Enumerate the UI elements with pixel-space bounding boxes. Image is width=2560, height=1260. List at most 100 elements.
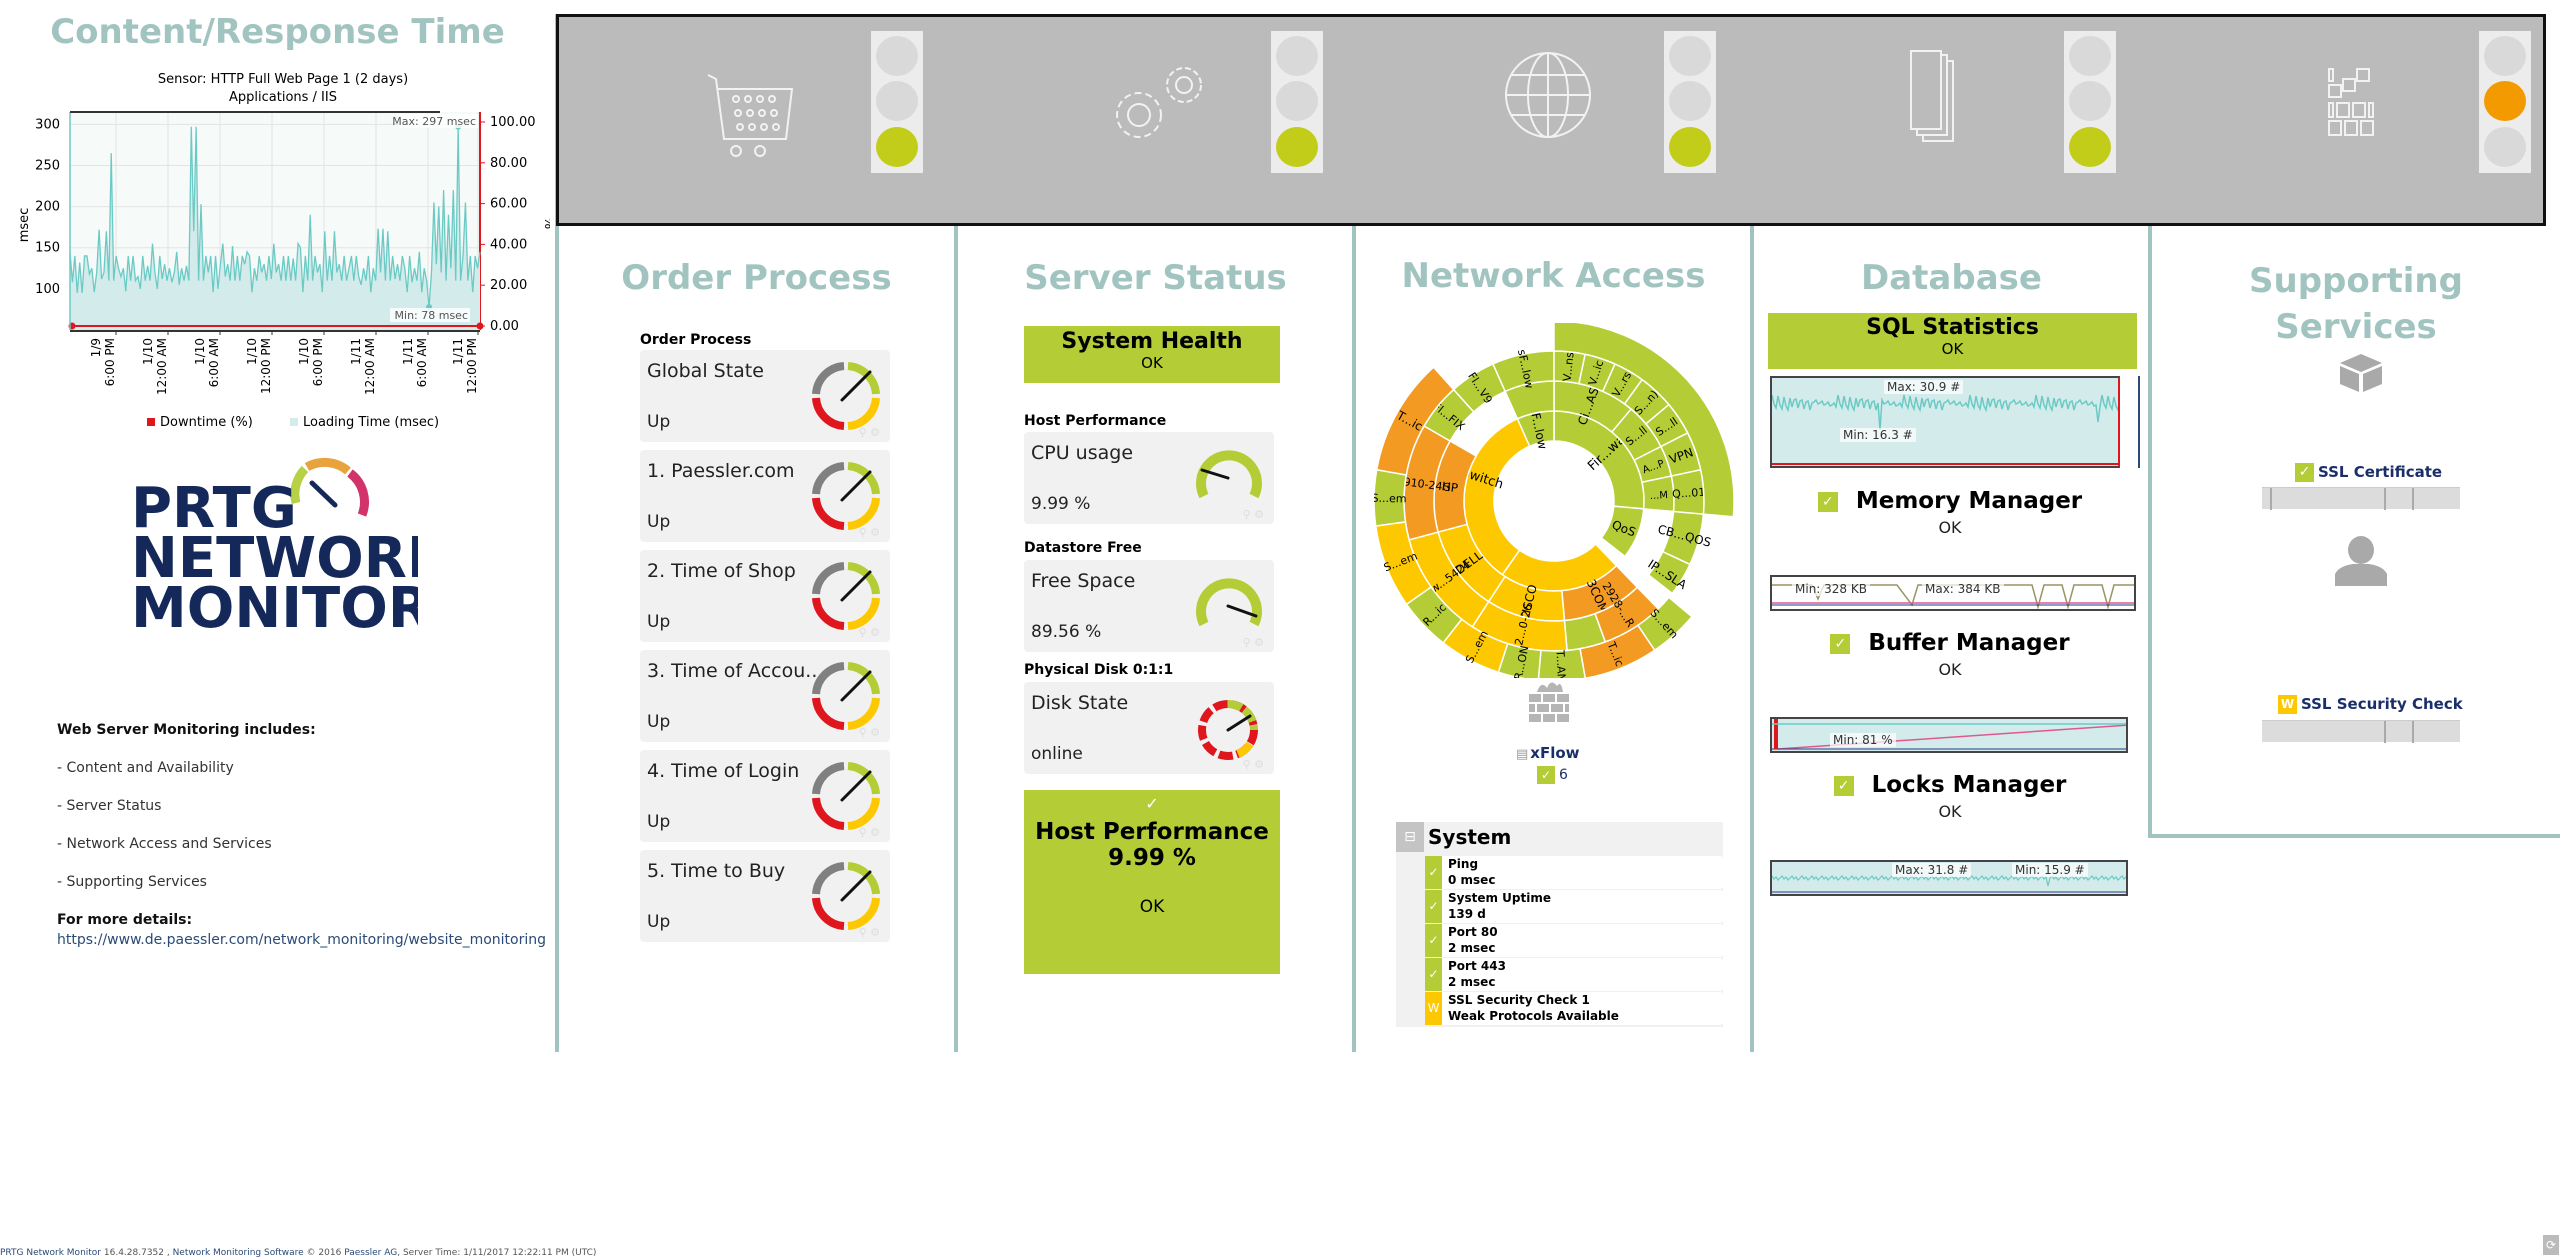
software-link[interactable]: Network Monitoring Software [173,1248,304,1258]
cpu-usage-card[interactable]: CPU usage 9.99 % ⚲ ⚙ [1024,432,1274,524]
traffic-light [1664,31,1716,173]
pin-icon[interactable]: ⚲ ⚙ [859,826,880,839]
server-icon: ▤ [1516,747,1529,762]
chart-ylabel: msec [17,208,32,243]
system-health-title: System Health [1061,329,1243,354]
order-process-card[interactable]: 3. Time of Accou... Up ⚲ ⚙ [640,650,890,742]
buffer-manager-title[interactable]: ✓ Buffer Manager [1760,630,2140,656]
y-tick-label: 150 [35,241,60,256]
ssl-security-check-link[interactable]: W SSL Security Check [2278,695,2463,714]
x-tick-label: 1/10 [245,338,259,365]
system-sensor-row[interactable]: ✓ System Uptime 139 d [1425,890,1723,923]
gauge-value: Up [647,412,671,432]
locks-manager-title[interactable]: ✓ Locks Manager [1760,772,2140,798]
lamp-green [876,127,918,167]
order-process-card[interactable]: 1. Paessler.com Up ⚲ ⚙ [640,450,890,542]
pin-icon[interactable]: ⚲ ⚙ [1243,636,1264,649]
logo-line3: MONITOR [131,576,418,635]
database-title: Database [1861,258,2042,298]
memory-manager-title[interactable]: ✓ Memory Manager [1760,488,2140,514]
pin-icon[interactable]: ⚲ ⚙ [859,426,880,439]
pin-icon[interactable]: ⚲ ⚙ [859,526,880,539]
chart-title: Sensor: HTTP Full Web Page 1 (2 days) [158,72,408,87]
collapse-icon[interactable]: ⊟ [1396,822,1424,852]
lamp-green [2484,127,2526,167]
pin-icon[interactable]: ⚲ ⚙ [859,626,880,639]
lamp-yellow [876,81,918,121]
response-time-chart[interactable]: Sensor: HTTP Full Web Page 1 (2 days) Ap… [10,65,550,440]
sensor-name: SSL Security Check 1 [1448,993,1590,1007]
y2-tick-label: 0.00 [490,319,519,334]
chart-subtitle: Applications / IIS [229,90,337,105]
x-tick-label: 12:00 AM [363,338,377,395]
system-health-box[interactable]: System Health OK [1024,326,1280,383]
pin-icon[interactable]: ⚲ ⚙ [859,726,880,739]
system-sensor-row[interactable]: ✓ Ping 0 msec [1425,856,1723,889]
system-sensor-row[interactable]: ✓ Port 80 2 msec [1425,924,1723,957]
gauge-name: 5. Time to Buy [647,860,786,882]
sensor-name: Port 80 [1448,925,1498,939]
pin-icon[interactable]: ⚲ ⚙ [859,926,880,939]
order-process-card[interactable]: 4. Time of Login Up ⚲ ⚙ [640,750,890,842]
order-process-card[interactable]: Global State Up ⚲ ⚙ [640,350,890,442]
pin-icon[interactable]: ⚲ ⚙ [1243,758,1264,771]
system-title: System [1428,825,1512,849]
ssl-certificate-link[interactable]: ✓ SSL Certificate [2295,463,2442,482]
disk-state-card[interactable]: Disk State online ⚲ ⚙ [1024,682,1274,774]
server-time-text: , Server Time: 1/11/2017 12:22:11 PM (UT… [397,1248,597,1258]
sensor-value: 139 d [1448,907,1486,921]
logo-needle [309,480,338,508]
memory-manager-chart[interactable]: Min: 328 KB Max: 384 KB [1770,575,2136,611]
content-response-title: Content/Response Time [50,12,505,52]
gauge-value: Up [647,612,671,632]
details-link[interactable]: https://www.de.paessler.com/network_moni… [57,932,546,948]
supporting-services-title: Supporting Services [2152,258,2560,350]
x-tick-label: 1/10 [297,338,311,365]
order-process-label: Order Process [640,332,752,348]
refresh-icon[interactable]: ⟳ [2543,1235,2559,1255]
lamp-red [2484,36,2526,76]
host-performance-box[interactable]: ✓ Host Performance 9.99 % OK [1024,790,1280,974]
x-tick-label: 1/10 [141,338,155,365]
lamp-yellow [1669,81,1711,121]
product-link[interactable]: PRTG Network Monitor [0,1248,101,1258]
column-divider [954,226,958,1052]
system-sensor-row[interactable]: ✓ Port 443 2 msec [1425,958,1723,991]
system-sensor-row[interactable]: W SSL Security Check 1 Weak Protocols Avai… [1425,992,1723,1025]
memory-manager-label: Memory Manager [1855,488,2083,514]
x-tick-label: 12:00 PM [465,338,479,394]
sql-statistics-chart[interactable]: Max: 30.9 # Min: 16.3 # [1770,376,2120,468]
lamp-green [1276,127,1318,167]
max-annotation: Max: 297 msec [392,115,476,128]
free-space-card[interactable]: Free Space 89.56 % ⚲ ⚙ [1024,560,1274,652]
network-sunburst[interactable]: SwitchFir...wallQoSxF...low3COMCISCODELL… [1374,323,1734,678]
x-tick-label: 6:00 AM [207,338,221,387]
sql-statistics-box[interactable]: SQL Statistics OK [1768,313,2137,369]
bricks-icon [2328,68,2374,136]
lamp-red [876,36,918,76]
traffic-light [2064,31,2116,173]
y2-tick-label: 20.00 [490,278,527,293]
footer: PRTG Network Monitor 16.4.28.7352 , Netw… [0,1248,596,1258]
memory-max-label: Max: 384 KB [1922,582,2004,596]
warning-badge-icon: W [2278,695,2297,714]
locks-manager-label: Locks Manager [1871,772,2067,798]
company-link[interactable]: Paessler AG [344,1248,397,1258]
lamp-red [1276,36,1318,76]
order-process-card[interactable]: 2. Time of Shop Up ⚲ ⚙ [640,550,890,642]
gauge-name: Global State [647,360,764,382]
locks-manager-chart[interactable]: Max: 31.8 # Min: 15.9 # [1770,860,2128,896]
xflow-link[interactable]: ▤ xFlow [1516,744,1580,762]
physical-disk-label: Physical Disk 0:1:1 [1024,662,1174,678]
gauge-name: 4. Time of Login [647,760,800,782]
buffer-manager-chart[interactable]: Min: 81 % [1770,717,2128,753]
check-icon: ✓ [1145,794,1159,813]
documents-icon [1910,50,1954,142]
gauge-name: Free Space [1031,570,1136,592]
buffer-manager-label: Buffer Manager [1868,630,2070,656]
gauge-value: Up [647,912,671,932]
pin-icon[interactable]: ⚲ ⚙ [1243,508,1264,521]
order-process-card[interactable]: 5. Time to Buy Up ⚲ ⚙ [640,850,890,942]
traffic-light [871,31,923,173]
state-gauge-icon [812,462,880,530]
